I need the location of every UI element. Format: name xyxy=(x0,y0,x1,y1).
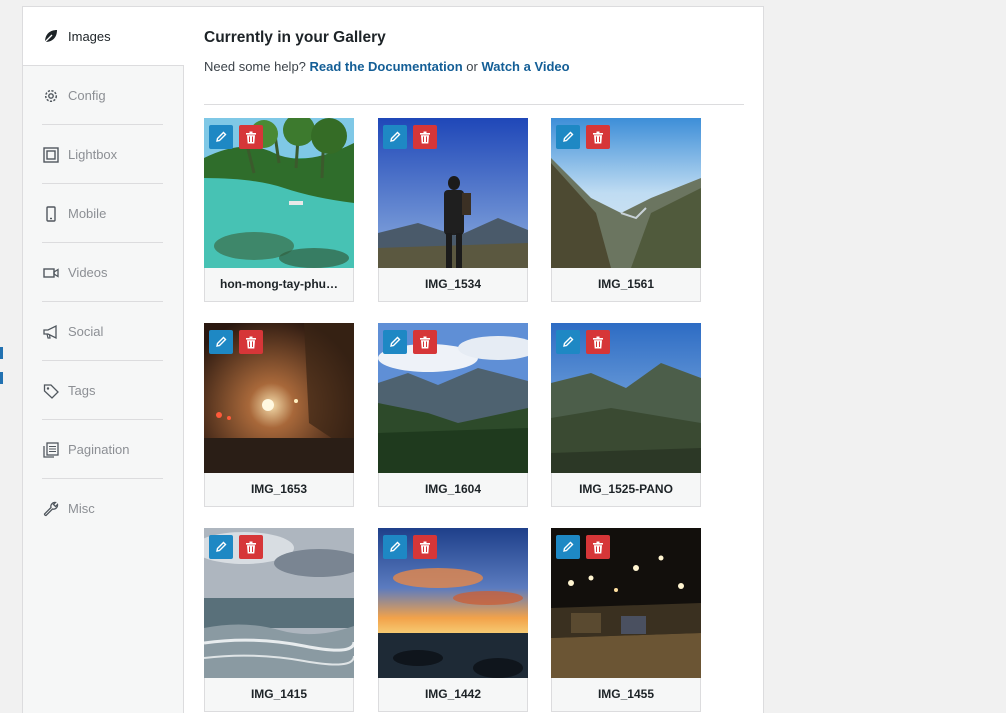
image-caption: IMG_1442 xyxy=(424,687,482,701)
tab-social[interactable]: Social xyxy=(23,302,183,361)
divider xyxy=(204,104,744,105)
pencil-icon xyxy=(563,541,574,552)
megaphone-icon xyxy=(42,323,60,341)
video-icon xyxy=(42,264,60,282)
tab-pagination[interactable]: Pagination xyxy=(23,420,183,479)
image-caption: hon-mong-tay-phu… xyxy=(220,277,338,291)
delete-button[interactable] xyxy=(586,535,610,559)
edit-button[interactable] xyxy=(209,535,233,559)
edit-button[interactable] xyxy=(556,125,580,149)
edit-button[interactable] xyxy=(209,330,233,354)
delete-button[interactable] xyxy=(239,330,263,354)
trash-icon xyxy=(593,131,603,143)
edge-marker xyxy=(0,347,3,359)
trash-icon xyxy=(420,131,430,143)
edge-marker xyxy=(0,372,3,384)
trash-icon xyxy=(593,541,603,553)
trash-icon xyxy=(246,131,256,143)
tab-label: Videos xyxy=(68,265,108,280)
delete-button[interactable] xyxy=(413,535,437,559)
edit-button[interactable] xyxy=(383,535,407,559)
tab-label: Lightbox xyxy=(68,147,118,162)
tab-label: Images xyxy=(68,28,111,44)
wrench-icon xyxy=(42,500,60,518)
lightbox-icon xyxy=(42,146,60,164)
tab-images[interactable]: Images xyxy=(23,7,184,66)
image-caption: IMG_1455 xyxy=(597,687,655,701)
tab-label: Pagination xyxy=(68,442,130,457)
tab-label: Tags xyxy=(68,383,96,398)
edit-button[interactable] xyxy=(209,125,233,149)
delete-button[interactable] xyxy=(586,330,610,354)
gallery-item[interactable]: IMG_1455 xyxy=(551,528,701,712)
tab-config[interactable]: Config xyxy=(23,66,183,125)
delete-button[interactable] xyxy=(239,535,263,559)
gallery-content: Currently in your Gallery Need some help… xyxy=(204,7,763,713)
edit-button[interactable] xyxy=(383,330,407,354)
pencil-icon xyxy=(216,131,227,142)
edit-button[interactable] xyxy=(556,330,580,354)
image-caption: IMG_1653 xyxy=(250,482,308,496)
gallery-item[interactable]: IMG_1415 xyxy=(204,528,354,712)
gear-icon xyxy=(42,87,60,105)
edit-button[interactable] xyxy=(556,535,580,559)
gallery-item[interactable]: IMG_1534 xyxy=(378,118,528,302)
page-title: Currently in your Gallery xyxy=(204,29,386,46)
tab-label: Mobile xyxy=(68,206,107,221)
edit-button[interactable] xyxy=(383,125,407,149)
gallery-settings-panel: Images Config Lightbox Mobile Videos Soc… xyxy=(22,6,764,713)
gallery-item[interactable]: IMG_1604 xyxy=(378,323,528,507)
image-caption: IMG_1534 xyxy=(424,277,482,291)
delete-button[interactable] xyxy=(413,125,437,149)
gallery-item[interactable]: IMG_1653 xyxy=(204,323,354,507)
delete-button[interactable] xyxy=(586,125,610,149)
image-caption: IMG_1415 xyxy=(250,687,308,701)
gallery-item[interactable]: hon-mong-tay-phu… xyxy=(204,118,354,302)
tab-label: Social xyxy=(68,324,104,339)
tab-label: Config xyxy=(68,88,106,103)
trash-icon xyxy=(246,541,256,553)
watch-video-link[interactable]: Watch a Video xyxy=(481,59,569,74)
tag-icon xyxy=(42,382,60,400)
pencil-icon xyxy=(216,541,227,552)
tab-tags[interactable]: Tags xyxy=(23,361,183,420)
trash-icon xyxy=(246,336,256,348)
help-or: or xyxy=(466,59,478,74)
delete-button[interactable] xyxy=(239,125,263,149)
settings-tabs-sidebar: Images Config Lightbox Mobile Videos Soc… xyxy=(23,7,184,713)
pencil-icon xyxy=(390,336,401,347)
image-caption: IMG_1525-PANO xyxy=(579,482,673,496)
tab-misc[interactable]: Misc xyxy=(23,479,183,538)
pencil-icon xyxy=(563,131,574,142)
tab-lightbox[interactable]: Lightbox xyxy=(23,125,183,184)
help-prefix: Need some help? xyxy=(204,59,306,74)
documentation-link[interactable]: Read the Documentation xyxy=(310,59,463,74)
pencil-icon xyxy=(390,541,401,552)
gallery-item[interactable]: IMG_1561 xyxy=(551,118,701,302)
leaf-icon xyxy=(42,27,60,45)
pencil-icon xyxy=(216,336,227,347)
image-caption: IMG_1561 xyxy=(597,277,655,291)
trash-icon xyxy=(593,336,603,348)
tab-label: Misc xyxy=(68,501,95,516)
gallery-item[interactable]: IMG_1442 xyxy=(378,528,528,712)
gallery-item[interactable]: IMG_1525-PANO xyxy=(551,323,701,507)
delete-button[interactable] xyxy=(413,330,437,354)
tab-mobile[interactable]: Mobile xyxy=(23,184,183,243)
trash-icon xyxy=(420,541,430,553)
mobile-icon xyxy=(42,205,60,223)
image-caption: IMG_1604 xyxy=(424,482,482,496)
trash-icon xyxy=(420,336,430,348)
pencil-icon xyxy=(563,336,574,347)
pencil-icon xyxy=(390,131,401,142)
tab-videos[interactable]: Videos xyxy=(23,243,183,302)
help-text: Need some help? Read the Documentation o… xyxy=(204,59,570,74)
pagination-icon xyxy=(42,441,60,459)
